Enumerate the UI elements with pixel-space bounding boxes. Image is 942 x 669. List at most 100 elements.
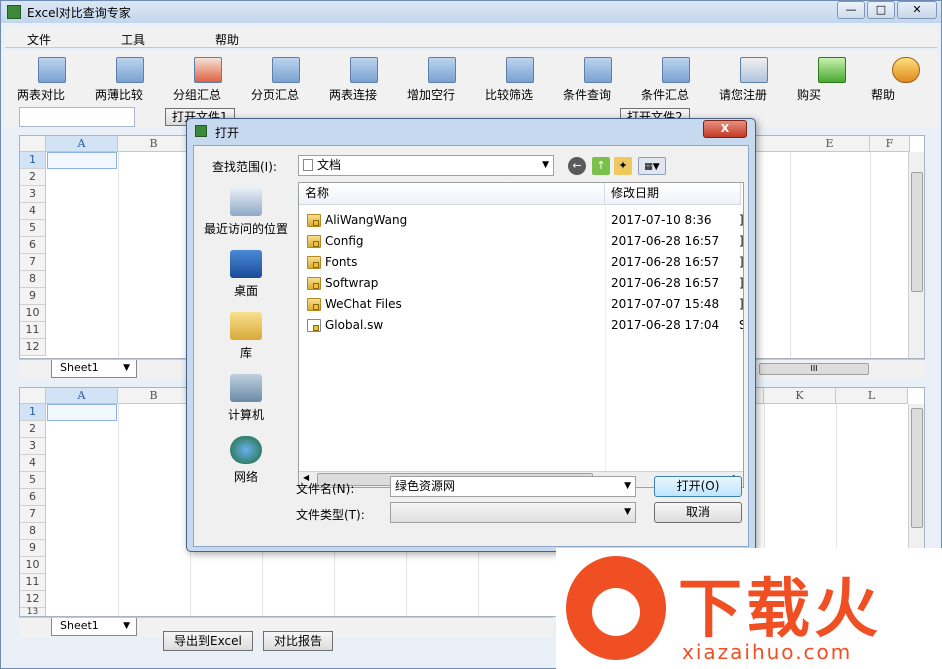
row-header[interactable]: 1 [20, 404, 46, 421]
compare-report-button[interactable]: 对比报告 [263, 631, 334, 651]
file-list[interactable]: 名称 修改日期 AliWangWang 2017-07-10 8:36] Confi… [298, 182, 744, 488]
back-icon[interactable]: ← [568, 157, 586, 175]
filetype-select[interactable]: ▼ [390, 502, 636, 523]
tool-page-summary[interactable]: 分页汇总 [251, 57, 321, 102]
row-header[interactable]: 5 [20, 472, 46, 489]
row-header[interactable]: 7 [20, 254, 46, 271]
minimize-icon[interactable]: — [837, 1, 865, 19]
row-header[interactable]: 7 [20, 506, 46, 523]
gridline [118, 152, 119, 358]
row-header[interactable]: 3 [20, 438, 46, 455]
row-header[interactable]: 8 [20, 523, 46, 540]
col-header[interactable]: A [46, 388, 118, 404]
col-header[interactable]: E [790, 136, 870, 152]
tool-group-summary[interactable]: 分组汇总 [173, 57, 243, 102]
watermark-text: 下载火 [678, 573, 882, 647]
row-header[interactable]: 6 [20, 489, 46, 506]
tool-buy[interactable]: 购买 [797, 57, 867, 102]
row-header[interactable]: 4 [20, 455, 46, 472]
file-list-item[interactable]: Fonts 2017-06-28 16:57] [299, 252, 743, 273]
sheet-top-vscroll[interactable] [908, 152, 924, 358]
file-list-item[interactable]: Config 2017-06-28 16:57] [299, 231, 743, 252]
place-recent[interactable]: 最近访问的位置 [198, 188, 294, 237]
place-network[interactable]: 网络 [198, 436, 294, 485]
row-header[interactable]: 2 [20, 421, 46, 438]
scroll-thumb[interactable] [911, 408, 923, 528]
tool-register[interactable]: 请您注册 [719, 57, 789, 102]
row-header[interactable]: 9 [20, 288, 46, 305]
new-folder-icon[interactable]: ✦ [614, 157, 632, 175]
row-header[interactable]: 13 [20, 608, 46, 616]
col-header[interactable]: B [118, 388, 190, 404]
export-excel-button[interactable]: 导出到Excel [163, 631, 253, 651]
chevron-down-icon[interactable]: ▼ [624, 477, 631, 496]
row-header[interactable]: 10 [20, 557, 46, 574]
column-header-name[interactable]: 名称 [299, 183, 605, 205]
tool-help[interactable]: 帮助 [871, 57, 941, 102]
file-list-item[interactable]: Softwrap 2017-06-28 16:57] [299, 273, 743, 294]
close-icon[interactable]: ✕ [897, 1, 937, 19]
row-header[interactable]: 3 [20, 186, 46, 203]
sheet-tab[interactable]: Sheet1 ▼ [51, 618, 137, 636]
view-menu-icon[interactable]: ▦▼ [638, 157, 666, 175]
cancel-button[interactable]: 取消 [654, 502, 742, 523]
open-button[interactable]: 打开(O) [654, 476, 742, 497]
tool-compare-tables[interactable]: 两表对比 [17, 57, 87, 102]
row-header[interactable]: 9 [20, 540, 46, 557]
menu-file[interactable]: 文件 [27, 31, 51, 48]
row-header[interactable]: 5 [20, 220, 46, 237]
corner-cell[interactable] [20, 136, 46, 152]
menu-tools[interactable]: 工具 [121, 31, 145, 48]
chevron-down-icon[interactable]: ▼ [123, 618, 130, 634]
file-list-item[interactable]: WeChat Files 2017-07-07 15:48] [299, 294, 743, 315]
col-header[interactable]: A [46, 136, 118, 152]
row-header[interactable]: 8 [20, 271, 46, 288]
col-header[interactable]: K [764, 388, 836, 404]
scroll-thumb[interactable] [911, 172, 923, 292]
place-desktop[interactable]: 桌面 [198, 250, 294, 299]
row-header[interactable]: 12 [20, 591, 46, 608]
file-list-item[interactable]: AliWangWang 2017-07-10 8:36] [299, 210, 743, 231]
place-library[interactable]: 库 [198, 312, 294, 361]
tool-condition-summary[interactable]: 条件汇总 [641, 57, 711, 102]
col-header[interactable]: B [118, 136, 190, 152]
row-header[interactable]: 6 [20, 237, 46, 254]
file1-path-input[interactable] [19, 107, 135, 127]
lookin-label: 查找范围(I): [212, 160, 277, 174]
tool-join-tables[interactable]: 两表连接 [329, 57, 399, 102]
sheet-tab[interactable]: Sheet1 ▼ [51, 360, 137, 378]
menu-help[interactable]: 帮助 [215, 31, 239, 48]
lock-icon [313, 262, 319, 268]
chevron-down-icon[interactable]: ▼ [123, 360, 130, 376]
tool-add-blank-rows[interactable]: 增加空行 [407, 57, 477, 102]
column-header-date[interactable]: 修改日期 [605, 183, 741, 205]
row-header[interactable]: 12 [20, 339, 46, 356]
col-header[interactable]: L [836, 388, 908, 404]
file-date: 2017-06-28 16:57 [611, 255, 720, 269]
place-computer[interactable]: 计算机 [198, 374, 294, 423]
corner-cell[interactable] [20, 388, 46, 404]
watermark-url: xiazaihuo.com [682, 640, 853, 664]
col-header[interactable]: F [870, 136, 910, 152]
chevron-down-icon[interactable]: ▼ [624, 503, 631, 522]
dialog-close-icon[interactable]: X [703, 120, 747, 138]
tool-condition-query[interactable]: 条件查询 [563, 57, 633, 102]
file-extra: S [739, 315, 743, 336]
file-list-item[interactable]: Global.sw 2017-06-28 17:04 S [299, 315, 743, 336]
filename-input[interactable]: 绿色资源网 ▼ [390, 476, 636, 497]
row-header[interactable]: 1 [20, 152, 46, 169]
tool-compare-books[interactable]: 两薄比较 [95, 57, 165, 102]
up-folder-icon[interactable]: ↑ [592, 157, 610, 175]
selected-cell[interactable] [47, 404, 117, 421]
lookin-combo[interactable]: 文档 ▼ [298, 155, 554, 176]
row-header[interactable]: 11 [20, 322, 46, 339]
row-header[interactable]: 2 [20, 169, 46, 186]
row-header[interactable]: 11 [20, 574, 46, 591]
chevron-down-icon[interactable]: ▼ [542, 156, 549, 175]
row-header[interactable]: 10 [20, 305, 46, 322]
row-header[interactable]: 4 [20, 203, 46, 220]
scroll-thumb[interactable]: III [759, 363, 869, 375]
selected-cell[interactable] [47, 152, 117, 169]
maximize-icon[interactable]: □ [867, 1, 895, 19]
tool-compare-filter[interactable]: 比较筛选 [485, 57, 555, 102]
